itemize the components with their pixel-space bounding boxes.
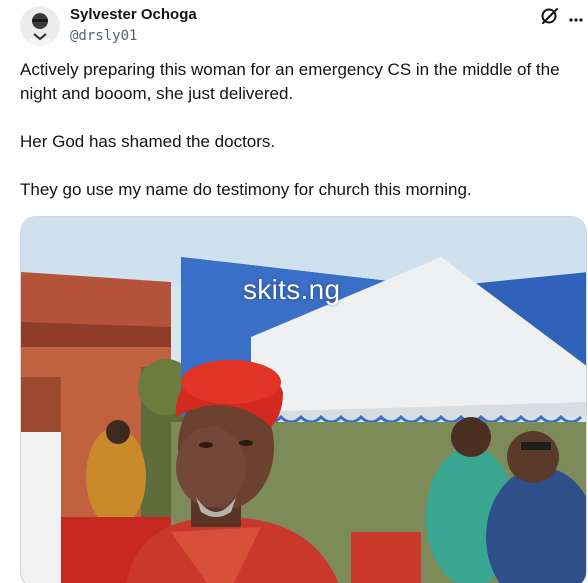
- author-name[interactable]: Sylvester Ochoga: [70, 6, 197, 23]
- tweet-media-image[interactable]: skits.ng: [20, 216, 587, 583]
- grok-slash-icon[interactable]: [540, 6, 560, 26]
- author-handle[interactable]: @drsly01: [70, 28, 137, 44]
- tweet-paragraph: Her God has shamed the doctors.: [20, 132, 276, 151]
- media-watermark: skits.ng: [243, 274, 341, 305]
- avatar-image: [20, 6, 60, 46]
- author-avatar[interactable]: [20, 6, 60, 46]
- photo-illustration: [21, 217, 586, 583]
- more-icon[interactable]: [569, 12, 583, 22]
- tweet-text: Actively preparing this woman for an eme…: [20, 58, 580, 226]
- tweet-paragraph: Actively preparing this woman for an eme…: [20, 60, 560, 103]
- tweet-paragraph: They go use my name do testimony for chu…: [20, 180, 472, 199]
